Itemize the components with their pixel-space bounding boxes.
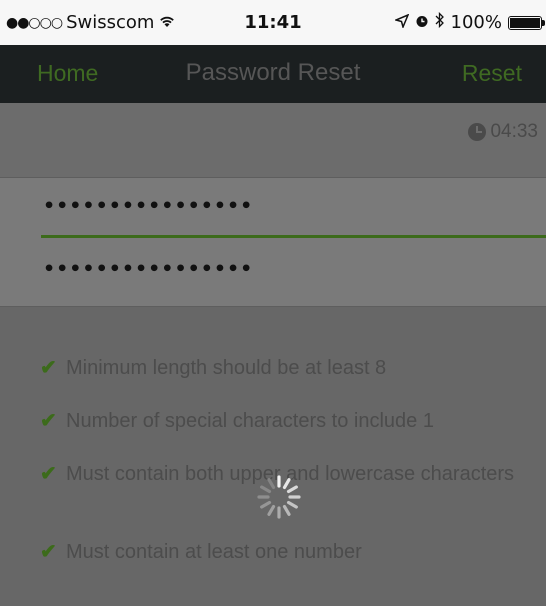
countdown-timer: 04:33 — [468, 121, 538, 143]
rule-text: Must contain at least one number — [66, 541, 362, 563]
checkmark-icon: ✔ — [40, 463, 57, 485]
navigation-bar: Home Password Reset Reset — [0, 45, 546, 103]
timer-value: 04:33 — [490, 121, 538, 142]
rule-min-length: ✔ Minimum length should be at least 8 — [40, 355, 520, 381]
rule-number: ✔ Must contain at least one number — [40, 539, 520, 565]
status-icons: 100% — [393, 11, 545, 33]
spinner-icon — [254, 472, 304, 522]
checkmark-icon: ✔ — [40, 357, 57, 379]
confirm-password-field[interactable]: •••••••••••••••• — [41, 241, 546, 301]
bluetooth-icon — [435, 11, 445, 33]
reset-button[interactable]: Reset — [462, 60, 522, 87]
clock-icon — [468, 123, 487, 141]
location-arrow-icon — [393, 12, 409, 33]
timer-bar: 04:33 — [0, 103, 546, 178]
checkmark-icon: ✔ — [40, 541, 57, 563]
checkmark-icon: ✔ — [40, 410, 57, 432]
rule-text: Minimum length should be at least 8 — [66, 357, 387, 379]
alarm-clock-icon — [415, 12, 429, 33]
password-panel: •••••••••••••••• •••••••••••••••• — [0, 178, 546, 306]
rule-text: Number of special characters to include … — [66, 410, 434, 432]
battery-icon — [508, 15, 545, 30]
battery-level: 100% — [450, 12, 502, 33]
status-bar: ●●○○○ Swisscom 11:41 100% — [0, 0, 546, 45]
divider — [0, 306, 546, 307]
rule-special-characters: ✔ Number of special characters to includ… — [40, 408, 520, 434]
new-password-field[interactable]: •••••••••••••••• — [41, 178, 546, 238]
